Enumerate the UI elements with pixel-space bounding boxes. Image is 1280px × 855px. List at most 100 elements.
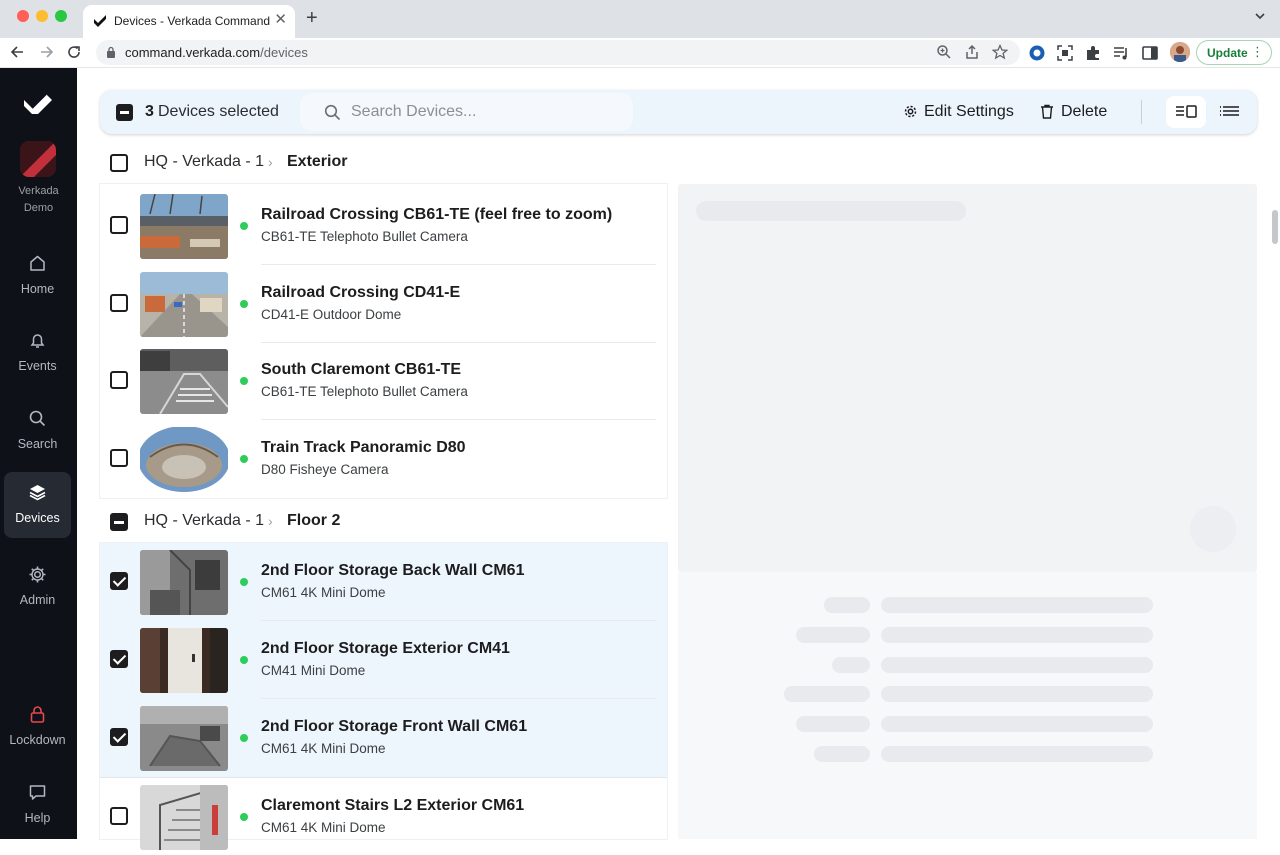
online-status-dot xyxy=(240,656,248,664)
profile-avatar[interactable] xyxy=(1170,42,1190,62)
new-tab-button[interactable]: + xyxy=(306,7,318,29)
skeleton-label xyxy=(814,746,870,762)
breadcrumb-site[interactable]: HQ - Verkada - 1 xyxy=(144,512,264,530)
online-status-dot xyxy=(240,813,248,821)
camera-thumbnail xyxy=(140,628,228,693)
sidebar-item-home[interactable]: Home xyxy=(4,243,71,309)
row-checkbox[interactable] xyxy=(110,371,128,389)
org-name: Verkada Demo xyxy=(0,183,77,217)
device-search xyxy=(300,93,633,131)
list-view-toggle[interactable] xyxy=(1210,96,1250,128)
sidebar-item-label: Lockdown xyxy=(9,733,66,747)
verkada-logo-icon[interactable] xyxy=(22,92,54,116)
breadcrumb-site[interactable]: HQ - Verkada - 1 xyxy=(144,153,264,171)
window-close-button[interactable] xyxy=(17,10,29,22)
app-sidebar: Verkada Demo Home Events Search Devices A… xyxy=(0,68,77,839)
device-row[interactable]: 2nd Floor Storage Back Wall CM61 CM61 4K… xyxy=(100,543,667,621)
trash-icon xyxy=(1041,104,1053,119)
online-status-dot xyxy=(240,578,248,586)
skeleton-label xyxy=(796,716,870,732)
camera-thumbnail xyxy=(140,785,228,850)
device-row[interactable]: 2nd Floor Storage Exterior CM41 CM41 Min… xyxy=(100,621,667,699)
screenshot-extension-icon[interactable] xyxy=(1056,44,1074,62)
chevron-down-icon[interactable] xyxy=(1254,10,1266,22)
skeleton-label xyxy=(784,686,870,702)
profile-avatar-image xyxy=(1170,42,1190,62)
sidebar-item-label: Home xyxy=(20,282,55,296)
online-status-dot xyxy=(240,377,248,385)
breadcrumb-area[interactable]: Floor 2 xyxy=(287,512,340,530)
sidebar-item-search[interactable]: Search xyxy=(4,398,71,464)
skeleton-label xyxy=(832,657,870,673)
org-avatar-image xyxy=(20,141,56,177)
row-checkbox[interactable] xyxy=(110,728,128,746)
share-icon[interactable] xyxy=(964,44,980,60)
device-model: CM61 4K Mini Dome xyxy=(261,741,386,756)
device-row[interactable]: South Claremont CB61-TE CB61-TE Telephot… xyxy=(100,342,667,420)
device-row[interactable]: Railroad Crossing CD41-E CD41-E Outdoor … xyxy=(100,265,667,343)
sidebar-item-admin[interactable]: Admin xyxy=(4,554,71,620)
skeleton-value xyxy=(881,746,1153,762)
sidebar-item-help[interactable]: Help xyxy=(4,772,71,838)
tab-close-icon[interactable]: ✕ xyxy=(274,11,287,29)
sidebar-item-events[interactable]: Events xyxy=(4,320,71,386)
group-checkbox[interactable] xyxy=(110,513,128,531)
address-bar[interactable]: command.verkada.com/devices xyxy=(96,40,1020,65)
scrollbar-thumb[interactable] xyxy=(1272,210,1278,244)
zoom-icon[interactable] xyxy=(936,44,952,60)
skeleton-title xyxy=(696,201,966,221)
split-view-toggle[interactable] xyxy=(1166,96,1206,128)
side-panel-icon[interactable] xyxy=(1141,44,1159,62)
home-icon xyxy=(30,255,45,271)
row-checkbox[interactable] xyxy=(110,216,128,234)
url-text: command.verkada.com/devices xyxy=(125,45,308,60)
deselect-all-checkbox[interactable] xyxy=(116,104,133,121)
row-checkbox[interactable] xyxy=(110,294,128,312)
device-model: CM41 Mini Dome xyxy=(261,663,366,678)
lock-icon xyxy=(30,706,45,723)
window-minimize-button[interactable] xyxy=(36,10,48,22)
extension-1password-icon[interactable] xyxy=(1028,44,1046,62)
device-row[interactable]: Claremont Stairs L2 Exterior CM61 CM61 4… xyxy=(100,777,667,855)
row-checkbox[interactable] xyxy=(110,807,128,825)
breadcrumb-area[interactable]: Exterior xyxy=(287,153,347,171)
media-playlist-icon[interactable] xyxy=(1112,44,1130,62)
skeleton-value xyxy=(881,627,1153,643)
org-avatar[interactable] xyxy=(20,141,56,177)
window-zoom-button[interactable] xyxy=(55,10,67,22)
sidebar-item-lockdown[interactable]: Lockdown xyxy=(4,694,71,760)
device-model: CD41-E Outdoor Dome xyxy=(261,307,402,322)
search-icon xyxy=(324,104,341,121)
url-path: /devices xyxy=(260,45,308,60)
device-row[interactable]: Train Track Panoramic D80 D80 Fisheye Ca… xyxy=(100,420,667,498)
row-checkbox[interactable] xyxy=(110,650,128,668)
device-row[interactable]: 2nd Floor Storage Front Wall CM61 CM61 4… xyxy=(100,699,667,777)
device-name: Railroad Crossing CB61-TE (feel free to … xyxy=(261,206,613,223)
device-model: CM61 4K Mini Dome xyxy=(261,820,386,835)
skeleton-label xyxy=(824,597,870,613)
camera-thumbnail xyxy=(140,427,228,492)
back-arrow-icon[interactable] xyxy=(8,42,28,62)
list-view-icon xyxy=(1220,106,1239,116)
device-row[interactable]: Railroad Crossing CB61-TE (feel free to … xyxy=(100,187,667,265)
org-name-line1: Verkada xyxy=(18,185,59,197)
search-input[interactable] xyxy=(351,101,621,123)
browser-tab-strip: Devices - Verkada Command ✕ + xyxy=(0,0,1280,38)
toolbar-divider xyxy=(1141,100,1142,124)
lock-icon xyxy=(107,46,115,58)
camera-thumbnail xyxy=(140,349,228,414)
device-name: Claremont Stairs L2 Exterior CM61 xyxy=(261,797,525,814)
sidebar-item-devices[interactable]: Devices xyxy=(4,472,71,538)
extensions-puzzle-icon[interactable] xyxy=(1084,44,1102,62)
browser-tab-active[interactable]: Devices - Verkada Command ✕ xyxy=(83,5,295,38)
bookmark-star-icon[interactable] xyxy=(992,44,1008,60)
update-browser-button[interactable]: Update ⋮ xyxy=(1196,40,1272,65)
reload-icon[interactable] xyxy=(64,42,84,62)
row-checkbox[interactable] xyxy=(110,572,128,590)
device-name: Railroad Crossing CD41-E xyxy=(261,284,461,301)
chat-icon xyxy=(29,785,46,800)
row-checkbox[interactable] xyxy=(110,449,128,467)
group-checkbox[interactable] xyxy=(110,154,128,172)
device-name: 2nd Floor Storage Back Wall CM61 xyxy=(261,562,525,579)
forward-arrow-icon[interactable] xyxy=(36,42,56,62)
